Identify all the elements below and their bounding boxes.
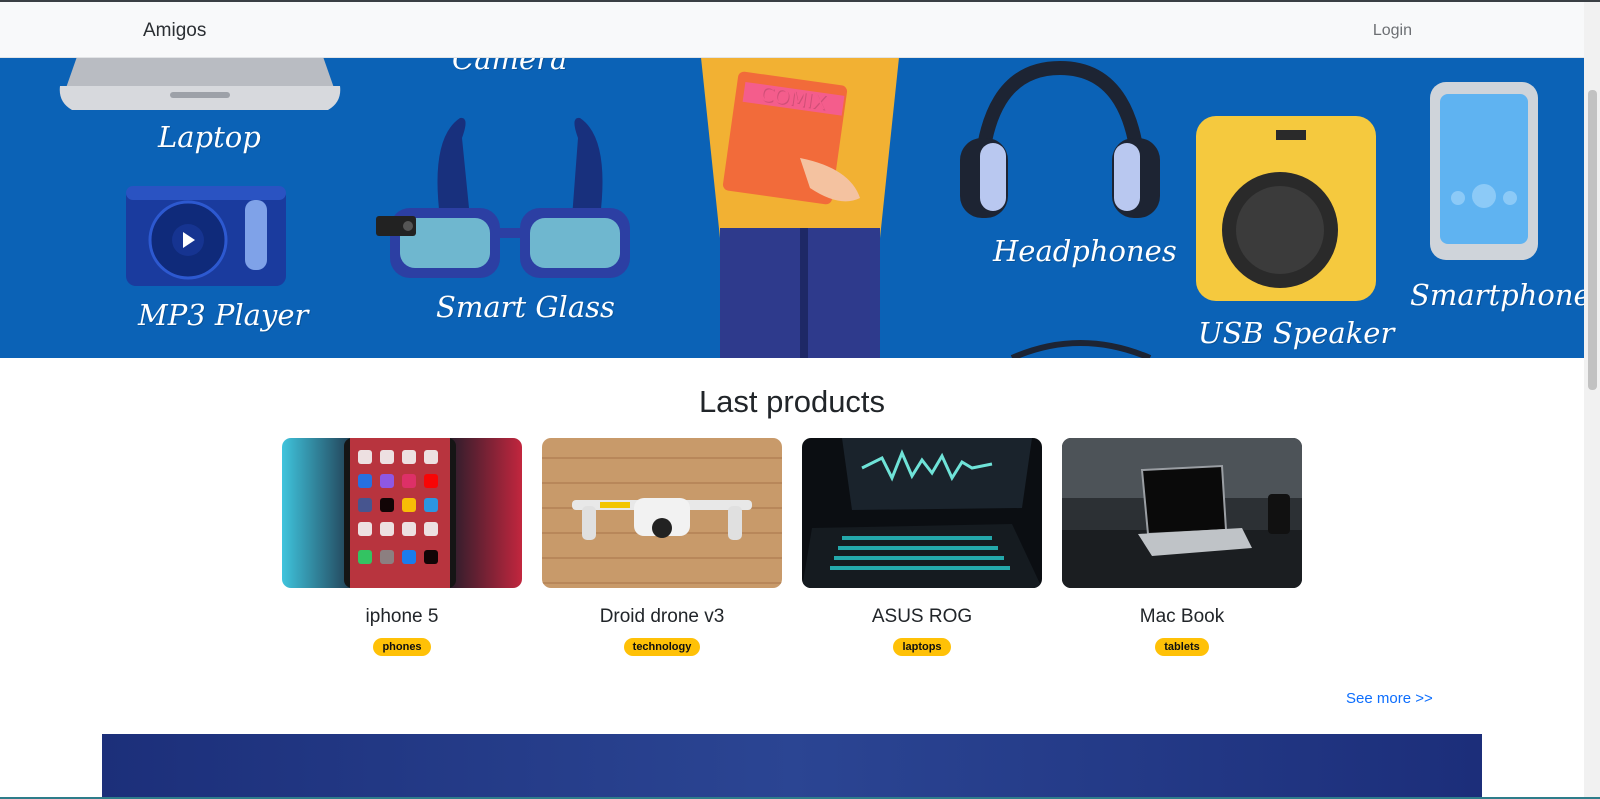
top-navbar: Amigos Login: [0, 2, 1584, 58]
product-card[interactable]: iphone 5 phones: [282, 438, 522, 656]
hero-label-headphones: Headphones: [993, 234, 1177, 268]
product-card[interactable]: ASUS ROG laptops: [802, 438, 1042, 656]
category-badge: tablets: [1155, 638, 1209, 656]
category-badge: phones: [373, 638, 431, 656]
product-name[interactable]: Droid drone v3: [542, 606, 782, 628]
hero-label-mp3: MP3 Player: [138, 298, 309, 332]
category-badge: laptops: [893, 638, 951, 656]
product-name[interactable]: ASUS ROG: [802, 606, 1042, 628]
smartphone-photo-icon: [282, 438, 522, 588]
hero-label-smartphone: Smartphone: [1410, 278, 1584, 312]
mp3-player-illustration: [126, 186, 286, 286]
section-title: Last products: [698, 384, 886, 419]
product-card[interactable]: Mac Book tablets: [1062, 438, 1302, 656]
product-image[interactable]: [1062, 438, 1302, 588]
product-image[interactable]: [542, 438, 782, 588]
gaming-laptop-photo-icon: [802, 438, 1042, 588]
drone-photo-icon: [542, 438, 782, 588]
hero-banner: Laptop Camera MP3 Player Smart Glass Hea…: [0, 58, 1584, 358]
smartphone-illustration: [1430, 82, 1538, 260]
laptop-illustration: [59, 58, 341, 110]
hero-label-camera: Camera: [452, 58, 568, 76]
hero-label-laptop: Laptop: [158, 120, 261, 154]
page-scrollbar[interactable]: [1584, 2, 1600, 799]
hero-label-usb-speaker: USB Speaker: [1198, 316, 1395, 350]
product-name[interactable]: iphone 5: [282, 606, 522, 628]
product-name[interactable]: Mac Book: [1062, 606, 1302, 628]
product-card[interactable]: Droid drone v3 technology: [542, 438, 782, 656]
product-image[interactable]: [282, 438, 522, 588]
see-more-link[interactable]: See more >>: [1346, 690, 1433, 707]
category-badge: technology: [623, 638, 701, 656]
scrollbar-thumb[interactable]: [1588, 90, 1597, 390]
login-link[interactable]: Login: [1373, 22, 1412, 40]
smart-glass-illustration: [376, 117, 630, 278]
brand-logo[interactable]: Amigos: [143, 20, 206, 42]
promo-banner: [102, 734, 1482, 799]
laptop-photo-icon: [1062, 438, 1302, 588]
product-image[interactable]: [802, 438, 1042, 588]
hero-label-smart-glass: Smart Glass: [436, 290, 615, 324]
headphones-illustration: [960, 60, 1160, 218]
